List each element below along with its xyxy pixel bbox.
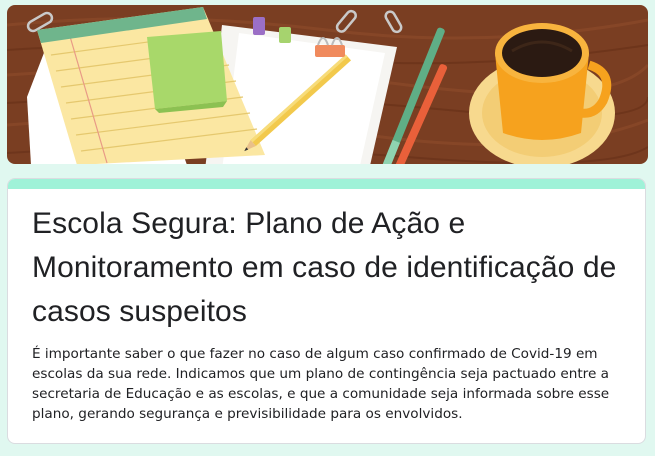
form-header-card: Escola Segura: Plano de Ação e Monitoram… [7,178,646,444]
theme-accent-bar [8,179,645,189]
header-banner-image [7,5,648,164]
form-title: Escola Segura: Plano de Ação e Monitoram… [32,207,617,328]
form-description: É importante saber o que fazer no caso d… [32,346,610,422]
